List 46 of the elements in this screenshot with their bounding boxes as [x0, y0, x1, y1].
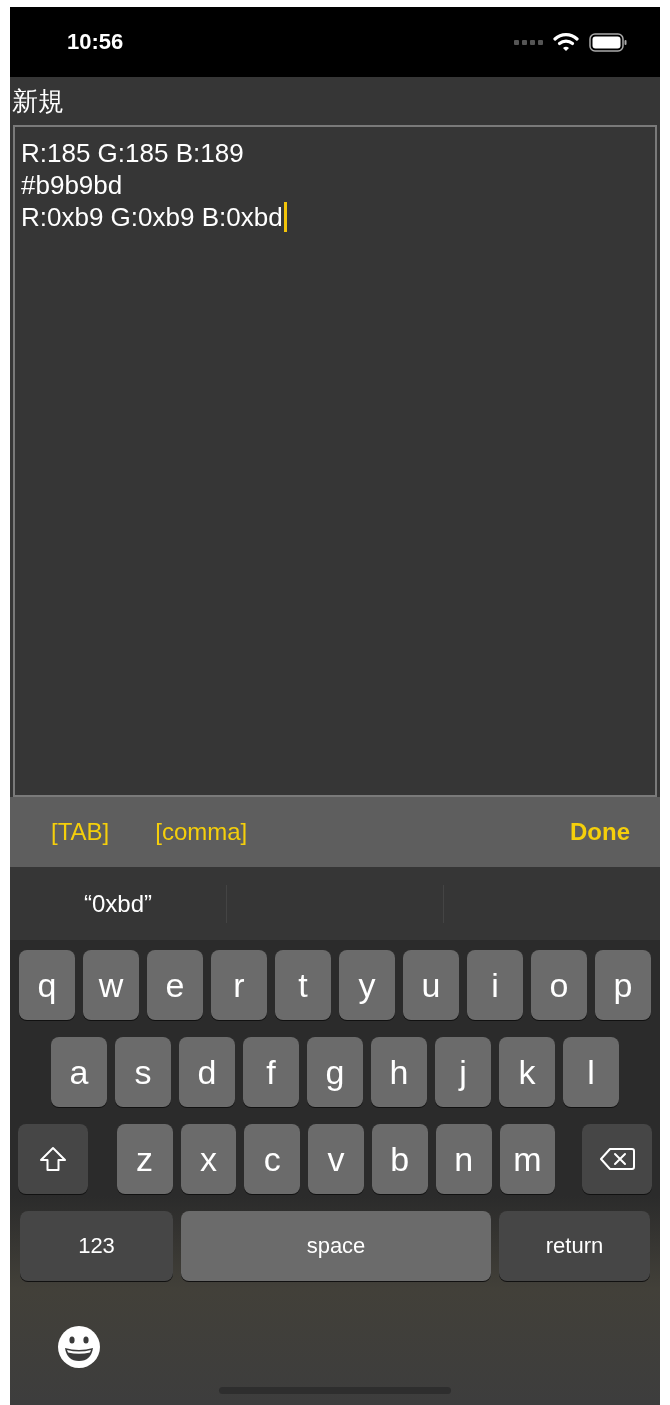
- key[interactable]: i: [467, 950, 523, 1020]
- key[interactable]: n: [435, 1124, 492, 1194]
- signal-icon: [514, 39, 543, 45]
- key[interactable]: t: [275, 950, 331, 1020]
- key[interactable]: s: [115, 1037, 171, 1107]
- emoji-icon[interactable]: [57, 1325, 101, 1369]
- text-line: R:185 G:185 B:189: [21, 137, 245, 169]
- numbers-key[interactable]: 123: [20, 1211, 173, 1281]
- key[interactable]: m: [499, 1124, 556, 1194]
- key[interactable]: l: [563, 1037, 619, 1107]
- shift-icon: [38, 1146, 67, 1172]
- key[interactable]: w: [83, 950, 139, 1020]
- key[interactable]: o: [531, 950, 587, 1020]
- key[interactable]: a: [51, 1037, 107, 1107]
- key[interactable]: g: [307, 1037, 363, 1107]
- delete-icon: [598, 1147, 636, 1171]
- key[interactable]: c: [244, 1124, 301, 1194]
- shift-key[interactable]: [18, 1124, 88, 1194]
- text-line: #b9b9bd: [21, 169, 124, 201]
- key[interactable]: y: [339, 950, 395, 1020]
- key[interactable]: e: [147, 950, 203, 1020]
- page-title: 新規: [11, 85, 65, 118]
- key[interactable]: r: [211, 950, 267, 1020]
- toolbar-button[interactable]: [comma]: [155, 818, 248, 846]
- done-button[interactable]: Done: [570, 818, 630, 846]
- toolbar-button[interactable]: [TAB]: [51, 818, 110, 846]
- key[interactable]: j: [435, 1037, 491, 1107]
- key[interactable]: q: [19, 950, 75, 1020]
- key[interactable]: h: [371, 1037, 427, 1107]
- key[interactable]: k: [499, 1037, 555, 1107]
- key[interactable]: x: [180, 1124, 237, 1194]
- wifi-icon: [553, 32, 579, 52]
- battery-icon: [589, 32, 627, 52]
- key[interactable]: z: [116, 1124, 173, 1194]
- return-key[interactable]: return: [499, 1211, 650, 1281]
- status-time: 10:56: [67, 29, 125, 55]
- key[interactable]: u: [403, 950, 459, 1020]
- key[interactable]: p: [595, 950, 651, 1020]
- delete-key[interactable]: [582, 1124, 653, 1194]
- space-key[interactable]: space: [181, 1211, 491, 1281]
- text-line: R:0xb9 G:0xb9 B:0xbd: [21, 201, 283, 233]
- key[interactable]: d: [179, 1037, 235, 1107]
- suggestion[interactable]: “0xbd”: [84, 889, 152, 918]
- key[interactable]: f: [243, 1037, 299, 1107]
- key[interactable]: b: [371, 1124, 428, 1194]
- key[interactable]: v: [308, 1124, 364, 1194]
